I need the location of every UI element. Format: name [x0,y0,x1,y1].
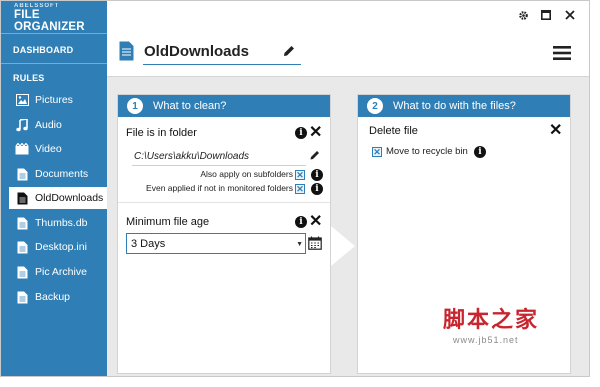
file-age-select[interactable]: 3 Days ▼ [126,233,306,254]
hamburger-menu-icon[interactable] [553,45,571,61]
divider [118,202,330,203]
sidebar-item-documents[interactable]: Documents [1,163,107,185]
sidebar-item-label: Video [35,143,62,155]
music-note-icon [15,118,29,132]
header-bar: OldDownloads [107,1,589,77]
document-icon [15,191,29,205]
watermark-url: www.jb51.net [453,335,519,345]
info-icon[interactable]: i [474,146,486,158]
info-icon[interactable]: i [295,216,307,228]
rule-name-underline [143,64,301,65]
document-icon [15,167,29,181]
document-icon [15,290,29,304]
sidebar-item-thumbs-db[interactable]: Thumbs.db [1,212,107,234]
folder-condition-title: File is in folder [126,127,197,139]
file-age-condition-title: Minimum file age [126,216,210,228]
remove-condition-icon[interactable]: ✕ [309,214,322,230]
sidebar-item-label: Thumbs.db [35,217,88,229]
brand-small-text: ABELSSOFT [14,3,60,9]
sidebar-item-pic-archive[interactable]: Pic Archive [1,261,107,283]
rule-name-title[interactable]: OldDownloads [144,43,249,60]
settings-gear-icon[interactable] [516,8,530,22]
info-icon[interactable]: i [311,183,323,195]
delete-action-title: Delete file [369,125,418,137]
card-title: What to clean? [153,100,227,112]
sidebar-item-desktop-ini[interactable]: Desktop.ini [1,236,107,258]
sidebar-dashboard[interactable]: DASHBOARD [13,45,73,55]
sidebar: ABELSSOFT FILE ORGANIZER DASHBOARD RULES… [1,1,107,376]
monitored-folders-option-label: Even applied if not in monitored folders [146,183,293,193]
rule-document-icon [119,41,134,61]
flow-arrow-icon [331,226,357,266]
dropdown-caret-icon: ▼ [296,241,303,248]
edit-pencil-icon[interactable] [309,149,321,161]
remove-condition-icon[interactable]: ✕ [309,125,322,141]
watermark-text: 脚本之家 [443,308,540,333]
picture-icon [15,93,29,107]
sidebar-item-label: Audio [35,119,62,131]
sidebar-item-label: Pic Archive [35,266,87,278]
app-logo: ABELSSOFT FILE ORGANIZER [14,3,107,33]
document-icon [15,216,29,230]
info-icon[interactable]: i [295,127,307,139]
sidebar-item-olddownloads[interactable]: OldDownloads [9,187,107,209]
edit-pencil-icon[interactable] [282,44,296,58]
what-to-clean-card: 1 What to clean? File is in folder i ✕ C… [117,94,331,374]
brand-title: FILE ORGANIZER [14,9,85,33]
document-icon [15,240,29,254]
recycle-bin-checkbox[interactable]: ✕ [372,147,382,157]
remove-action-icon[interactable]: ✕ [549,123,562,139]
step-number: 1 [127,98,143,114]
card-title: What to do with the files? [393,100,516,112]
sidebar-rules-heading: RULES [13,73,45,83]
calendar-icon[interactable] [308,236,322,250]
subfolders-checkbox[interactable]: ✕ [295,170,305,180]
folder-path-value[interactable]: C:\Users\akku\Downloads [134,151,249,162]
file-age-value: 3 Days [131,237,166,250]
video-icon [15,142,29,156]
step-number: 2 [367,98,383,114]
card-header: 2 What to do with the files? [358,95,570,117]
sidebar-item-label: Backup [35,291,71,303]
app-window: ABELSSOFT FILE ORGANIZER DASHBOARD RULES… [0,0,590,377]
path-underline [132,165,306,166]
subfolders-option-label: Also apply on subfolders [200,169,293,179]
close-window-icon[interactable] [563,8,577,22]
card-header: 1 What to clean? [118,95,330,117]
document-icon [15,265,29,279]
sidebar-item-label: OldDownloads [35,192,104,204]
maximize-icon[interactable] [539,8,553,22]
sidebar-item-backup[interactable]: Backup [1,286,107,308]
sidebar-item-label: Pictures [35,94,73,106]
divider [1,33,107,34]
sidebar-item-pictures[interactable]: Pictures [1,89,107,111]
sidebar-item-video[interactable]: Video [1,138,107,160]
monitored-folders-checkbox[interactable]: ✕ [295,184,305,194]
sidebar-item-label: Desktop.ini [35,241,87,253]
sidebar-item-label: Documents [35,168,89,180]
recycle-bin-label: Move to recycle bin [386,146,468,157]
sidebar-item-audio[interactable]: Audio [1,114,107,136]
divider [1,63,107,64]
info-icon[interactable]: i [311,169,323,181]
